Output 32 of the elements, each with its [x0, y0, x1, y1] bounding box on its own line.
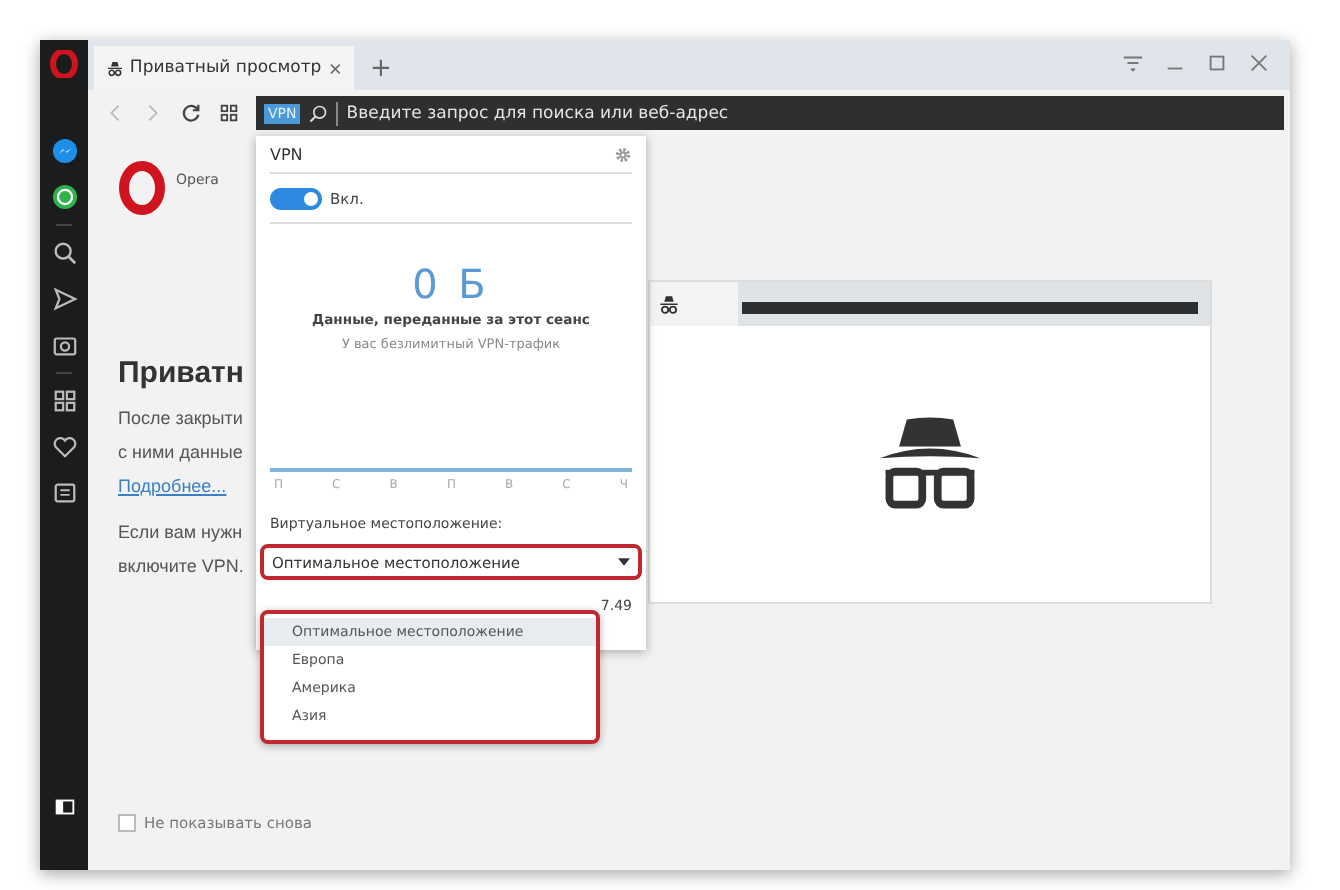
grid-icon[interactable]	[218, 102, 240, 124]
more-link[interactable]: Подробнее...	[118, 470, 227, 504]
maximize-icon[interactable]	[1206, 52, 1228, 74]
new-tab-button[interactable]: +	[370, 54, 392, 84]
grid-icon[interactable]	[51, 388, 77, 414]
traffic-amount: 0 Б	[410, 260, 492, 308]
opera-logo-icon[interactable]	[50, 50, 78, 78]
paragraph: После закрыти с ними данные	[118, 406, 243, 466]
send-icon[interactable]	[51, 286, 77, 312]
incognito-icon	[106, 57, 124, 79]
heart-icon[interactable]	[51, 434, 77, 460]
popup-title: VPN	[270, 145, 303, 163]
dont-show-checkbox[interactable]	[118, 814, 136, 832]
close-tab-icon[interactable]	[327, 59, 342, 77]
incognito-icon	[658, 293, 680, 315]
menu-icon[interactable]	[1122, 52, 1144, 74]
caret-icon	[618, 558, 630, 566]
news-icon[interactable]	[51, 480, 77, 506]
opera-logo-icon	[118, 160, 166, 216]
browser-tab[interactable]: Приватный просмотр	[94, 46, 354, 90]
search-icon	[308, 103, 329, 123]
paragraph: Если вам нужн включите VPN.	[118, 520, 244, 580]
sidebar-toggle-icon[interactable]	[51, 794, 77, 820]
close-icon[interactable]	[1248, 52, 1270, 74]
tab-title: Приватный просмотр	[129, 58, 322, 78]
search-icon[interactable]	[51, 240, 77, 266]
settings-icon[interactable]	[614, 145, 632, 163]
address-field[interactable]: Введите запрос для поиска или веб-адрес	[336, 101, 1284, 125]
vpn-toggle[interactable]	[270, 187, 322, 209]
reload-icon[interactable]	[180, 102, 202, 124]
camera-icon[interactable]	[51, 332, 77, 358]
page-heading: Приватн	[118, 356, 246, 390]
